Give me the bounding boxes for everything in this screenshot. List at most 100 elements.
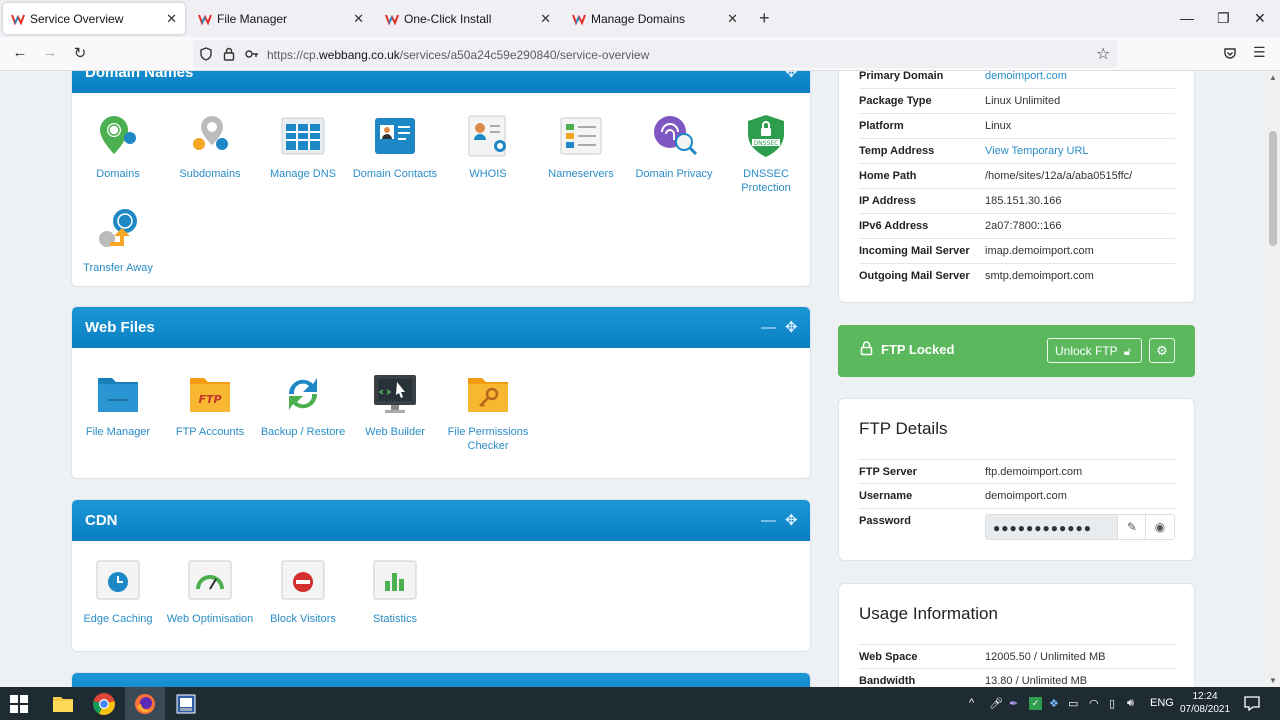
bookmark-star-icon[interactable]: ☆ — [1096, 44, 1110, 64]
tab-one-click-install[interactable]: One-Click Install ✕ — [377, 3, 559, 34]
tile-label: Nameservers — [548, 168, 614, 180]
tab-service-overview[interactable]: Service Overview ✕ — [3, 3, 185, 34]
wifi-icon[interactable]: ◠ — [1089, 697, 1099, 710]
package-details-card: Primary Domain demoimport.com Package Typ… — [838, 71, 1195, 303]
pocket-icon[interactable] — [1223, 47, 1237, 61]
scroll-up-icon[interactable]: ▲ — [1269, 73, 1277, 82]
close-window-icon[interactable]: ✕ — [1254, 10, 1266, 27]
show-password-eye-icon[interactable]: ◉ — [1145, 515, 1174, 539]
statistics-tile[interactable]: Statistics — [349, 557, 441, 626]
collapse-icon[interactable]: — — [761, 307, 776, 348]
volume-icon[interactable]: 🔊︎ — [1127, 697, 1134, 710]
ftp-locked-bar: FTP Locked Unlock FTP 🔓︎ ⚙ — [838, 325, 1195, 377]
tile-label: Domain Privacy — [635, 168, 713, 180]
address-bar[interactable]: https://cp.webbang.co.uk/services/a50a24… — [193, 40, 1118, 68]
battery-icon[interactable]: ▭ — [1068, 697, 1078, 710]
move-icon[interactable]: ✥ — [785, 500, 798, 541]
web-builder-icon — [374, 375, 416, 413]
file-permissions-tile[interactable]: File Permissions Checker — [442, 370, 534, 453]
lock-icon[interactable] — [223, 47, 235, 61]
close-tab-icon[interactable]: ✕ — [727, 11, 738, 27]
web-optimisation-tile[interactable]: Web Optimisation — [164, 557, 256, 626]
gauge-window-icon — [188, 560, 232, 600]
edit-password-pencil-icon[interactable]: ✎ — [1117, 515, 1146, 539]
detail-value: ftp.demoimport.com — [985, 466, 1083, 478]
url-text: https://cp.webbang.co.uk/services/a50a24… — [267, 48, 649, 62]
page-scrollbar[interactable]: ▲ ▼ — [1266, 71, 1280, 687]
file-explorer-icon[interactable] — [51, 692, 75, 716]
chrome-icon[interactable] — [92, 692, 116, 716]
clock-time: 12:24 — [1192, 691, 1218, 702]
domain-contacts-tile[interactable]: Domain Contacts — [349, 112, 441, 181]
tile-label: Edge Caching — [83, 613, 153, 625]
move-icon[interactable]: ✥ — [785, 71, 798, 93]
tile-label: WHOIS — [469, 168, 507, 180]
microphone-icon[interactable]: 🎤︎ — [989, 697, 1003, 710]
phone-icon[interactable]: ▯ — [1109, 697, 1115, 710]
whois-tile[interactable]: WHOIS — [442, 112, 534, 181]
tab-bar: Service Overview ✕ File Manager ✕ One-Cl… — [0, 0, 1280, 37]
language-indicator[interactable]: ENG — [1150, 697, 1174, 709]
dropbox-icon[interactable]: ❖ — [1049, 697, 1059, 710]
unlock-ftp-button[interactable]: Unlock FTP 🔓︎ — [1047, 338, 1142, 363]
nameservers-tile[interactable]: Nameservers — [535, 112, 627, 181]
tab-manage-domains[interactable]: Manage Domains ✕ — [564, 3, 746, 34]
domains-icon — [100, 116, 136, 154]
tile-label: Domains — [96, 168, 140, 180]
detail-key: Temp Address — [859, 145, 935, 157]
file-manager-tile[interactable]: File Manager — [72, 370, 164, 439]
nameservers-icon — [560, 117, 602, 155]
detail-row: Package Type Linux Unlimited — [859, 89, 1175, 114]
edge-caching-tile[interactable]: Edge Caching — [72, 557, 164, 626]
detail-value: imap.demoimport.com — [985, 245, 1094, 257]
app-window-icon[interactable] — [174, 692, 198, 716]
pen-icon[interactable]: ✒ — [1009, 697, 1018, 710]
tile-label: File Manager — [85, 426, 151, 438]
close-tab-icon[interactable]: ✕ — [540, 11, 551, 27]
scroll-down-icon[interactable]: ▼ — [1269, 676, 1277, 685]
backup-restore-tile[interactable]: Backup / Restore — [257, 370, 349, 439]
notifications-icon[interactable] — [1244, 695, 1260, 711]
firefox-taskbar-button[interactable] — [125, 687, 165, 720]
tray-overflow-icon[interactable]: ^ — [969, 697, 974, 709]
close-tab-icon[interactable]: ✕ — [353, 11, 364, 27]
clock[interactable]: 12:24 07/08/2021 — [1178, 690, 1232, 716]
manage-dns-tile[interactable]: Manage DNS — [257, 112, 349, 181]
subdomains-tile[interactable]: Subdomains — [164, 112, 256, 181]
svg-text:DNSSEC: DNSSEC — [754, 140, 779, 147]
web-builder-tile[interactable]: Web Builder — [349, 370, 441, 439]
password-field[interactable]: ●●●●●●●●●●●● ✎ ◉ — [985, 514, 1175, 540]
temporary-url-link[interactable]: View Temporary URL — [985, 145, 1089, 157]
scrollbar-thumb[interactable] — [1269, 131, 1277, 246]
collapse-icon[interactable]: — — [761, 500, 776, 541]
ftp-accounts-tile[interactable]: FTP FTP Accounts — [164, 370, 256, 439]
back-icon[interactable]: ← — [10, 44, 30, 61]
security-check-icon[interactable]: ✓ — [1029, 697, 1042, 710]
restore-icon[interactable]: ❐ — [1217, 10, 1230, 27]
transfer-away-tile[interactable]: Transfer Away — [72, 206, 164, 275]
move-icon[interactable]: ✥ — [785, 673, 798, 687]
domain-privacy-tile[interactable]: Domain Privacy — [628, 112, 720, 181]
ftp-settings-button[interactable]: ⚙ — [1149, 338, 1175, 363]
dnssec-tile[interactable]: DNSSEC DNSSEC Protection — [720, 112, 810, 195]
menu-icon[interactable]: ☰ — [1253, 44, 1266, 61]
nav-bar: ← → ↻ https://cp.webbang.co.uk/services/… — [0, 37, 1280, 71]
domains-tile[interactable]: Domains — [72, 112, 164, 181]
close-tab-icon[interactable]: ✕ — [166, 11, 177, 27]
key-icon[interactable] — [245, 48, 259, 60]
url-prefix: https://cp. — [267, 48, 320, 62]
forward-icon[interactable]: → — [40, 44, 60, 61]
new-tab-icon[interactable]: + — [759, 8, 770, 28]
tile-label: Block Visitors — [270, 613, 336, 625]
minimize-icon[interactable]: — — [1180, 10, 1194, 26]
block-visitors-tile[interactable]: Block Visitors — [257, 557, 349, 626]
tab-title: Service Overview — [30, 11, 124, 26]
next-panel: ✥ — [71, 672, 811, 687]
move-icon[interactable]: ✥ — [785, 307, 798, 348]
primary-domain-link[interactable]: demoimport.com — [985, 71, 1067, 82]
shield-icon[interactable] — [199, 47, 213, 61]
tab-file-manager[interactable]: File Manager ✕ — [190, 3, 372, 34]
reload-icon[interactable]: ↻ — [70, 44, 90, 62]
tile-label: Manage DNS — [269, 168, 337, 180]
windows-start-icon[interactable] — [10, 695, 28, 713]
